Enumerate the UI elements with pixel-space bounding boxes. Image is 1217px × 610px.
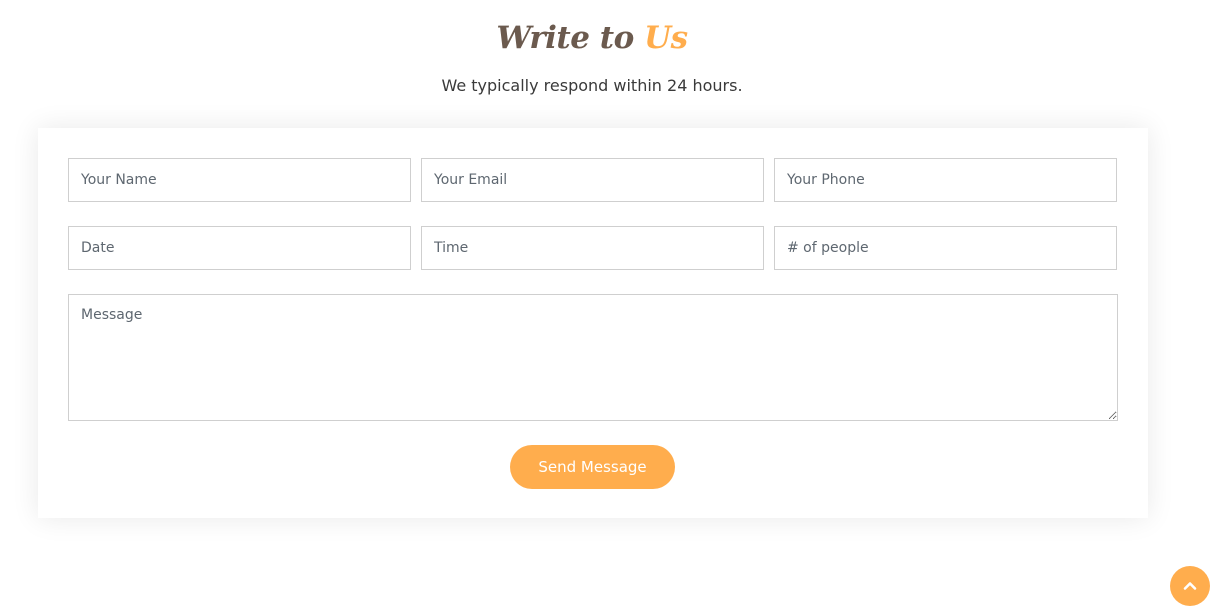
section-subtitle: We typically respond within 24 hours. — [441, 76, 743, 95]
section-title: Write to Us — [0, 14, 1184, 62]
phone-input[interactable] — [774, 158, 1117, 202]
contact-section: Write to Us We typically respond within … — [0, 0, 1217, 610]
message-textarea[interactable] — [68, 294, 1118, 421]
people-count-input[interactable] — [774, 226, 1117, 270]
date-input[interactable] — [68, 226, 411, 270]
name-input[interactable] — [68, 158, 411, 202]
back-to-top-button[interactable] — [1170, 566, 1210, 606]
section-title-part1: Write to — [496, 20, 634, 56]
section-title-part2: Us — [644, 20, 688, 56]
time-input[interactable] — [421, 226, 764, 270]
send-message-button[interactable]: Send Message — [510, 445, 675, 489]
contact-form: Send Message — [38, 128, 1148, 518]
email-input[interactable] — [421, 158, 764, 202]
chevron-up-icon — [1183, 582, 1197, 590]
